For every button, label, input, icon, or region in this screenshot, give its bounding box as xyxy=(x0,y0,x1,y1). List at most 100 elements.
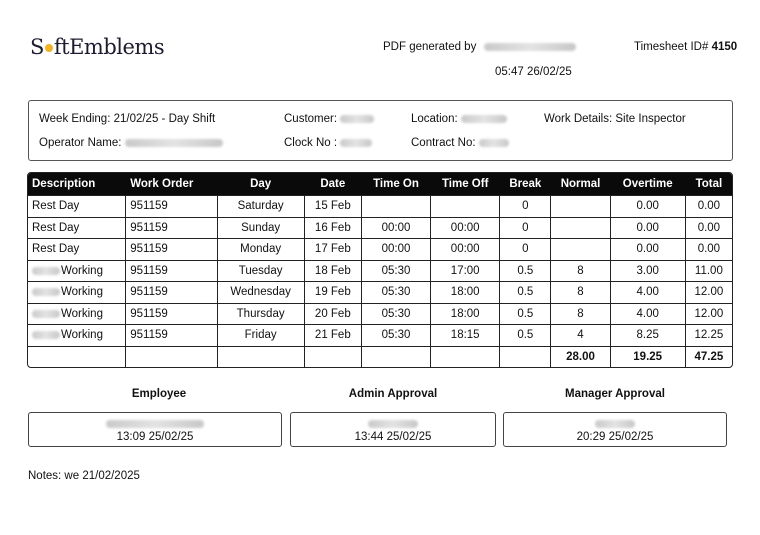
cell-time-on: 05:30 xyxy=(361,281,432,303)
cell-overtime: 0.00 xyxy=(610,238,686,260)
admin-time: 13:44 25/02/25 xyxy=(354,431,432,443)
redacted-manager-name xyxy=(595,419,635,428)
cell-time-off: 18:00 xyxy=(431,281,501,303)
work-details: Work Details: Site Inspector xyxy=(544,113,686,125)
company-logo: SftEmblems xyxy=(30,35,165,59)
table-row: Working 951159 Thursday 20 Feb 05:30 18:… xyxy=(28,302,732,324)
cell-overtime: 0.00 xyxy=(610,216,686,238)
manager-approval-box: 20:29 25/02/25 xyxy=(503,412,727,447)
total-hours: 47.25 xyxy=(685,345,732,368)
cell-date: 18 Feb xyxy=(304,259,362,281)
cell-total: 0.00 xyxy=(685,216,732,239)
cell-date: 19 Feb xyxy=(304,281,362,303)
cell-break: 0.5 xyxy=(500,281,552,303)
contract-no: Contract No: xyxy=(411,137,509,149)
totals-row: 28.00 19.25 47.25 xyxy=(28,345,732,368)
manager-approval-heading: Manager Approval xyxy=(565,388,665,400)
cell-break: 0.5 xyxy=(500,259,552,281)
cell-total: 11.00 xyxy=(685,259,732,282)
redacted-text xyxy=(32,266,60,275)
cell-work-order: 951159 xyxy=(126,238,218,260)
col-total: Total xyxy=(685,173,732,195)
clock-no: Clock No : xyxy=(284,137,373,149)
col-time-on: Time On xyxy=(361,173,432,195)
timesheet-id: Timesheet ID# 4150 xyxy=(634,41,738,53)
redacted-admin-name xyxy=(368,419,418,428)
cell-day: Thursday xyxy=(217,302,305,324)
cell-overtime: 0.00 xyxy=(610,195,686,217)
location: Location: xyxy=(411,113,507,125)
customer: Customer: xyxy=(284,113,375,125)
cell-break: 0.5 xyxy=(500,302,552,324)
employee-heading: Employee xyxy=(131,388,187,400)
cell-overtime: 8.25 xyxy=(610,324,686,346)
cell-break: 0.5 xyxy=(500,324,552,346)
cell-time-on xyxy=(361,195,432,217)
info-panel: Week Ending: 21/02/25 - Day Shift Operat… xyxy=(28,100,733,161)
table-row: Rest Day 951159 Sunday 16 Feb 00:00 00:0… xyxy=(28,216,732,239)
cell-description: Working xyxy=(28,281,127,303)
redacted-customer xyxy=(340,114,375,123)
employee-time: 13:09 25/02/25 xyxy=(116,431,194,443)
cell-normal xyxy=(551,216,611,238)
cell-time-on: 05:30 xyxy=(361,324,432,346)
cell-date: 20 Feb xyxy=(304,302,362,324)
generated-by: PDF generated by xyxy=(383,41,576,53)
cell-date: 15 Feb xyxy=(304,195,362,217)
employee-signature-box: 13:09 25/02/25 xyxy=(28,412,282,447)
cell-day: Saturday xyxy=(217,195,305,217)
cell-break: 0 xyxy=(500,195,552,217)
cell-time-on: 00:00 xyxy=(361,238,432,260)
cell-day: Monday xyxy=(217,238,305,260)
redacted-operator xyxy=(124,138,223,147)
cell-work-order: 951159 xyxy=(126,216,218,238)
redacted-contract xyxy=(478,138,509,147)
timesheet-table: Description Work Order Day Date Time On … xyxy=(27,172,733,368)
cell-description: Rest Day xyxy=(28,216,127,238)
cell-description: Working xyxy=(28,259,127,281)
cell-description: Rest Day xyxy=(28,238,127,260)
cell-break: 0 xyxy=(500,216,552,238)
col-date: Date xyxy=(304,173,362,195)
total-normal: 28.00 xyxy=(551,345,611,367)
cell-total: 0.00 xyxy=(685,195,732,217)
cell-date: 21 Feb xyxy=(304,324,362,346)
cell-date: 17 Feb xyxy=(304,238,362,260)
cell-day: Tuesday xyxy=(217,259,305,281)
operator-name: Operator Name: xyxy=(39,137,223,149)
redacted-text xyxy=(32,331,60,340)
table-row: Working 951159 Wednesday 19 Feb 05:30 18… xyxy=(28,281,732,303)
cell-normal: 4 xyxy=(551,324,611,346)
col-work-order: Work Order xyxy=(126,173,218,195)
cell-time-on: 00:00 xyxy=(361,216,432,238)
cell-overtime: 4.00 xyxy=(610,302,686,324)
table-row: Working 951159 Friday 21 Feb 05:30 18:15… xyxy=(28,324,732,346)
col-time-off: Time Off xyxy=(431,173,501,195)
cell-time-off: 17:00 xyxy=(431,259,501,281)
table-row: Working 951159 Tuesday 18 Feb 05:30 17:0… xyxy=(28,259,732,282)
table-header-row: Description Work Order Day Date Time On … xyxy=(28,173,732,195)
cell-time-off: 18:00 xyxy=(431,302,501,324)
redacted-name xyxy=(483,42,576,51)
cell-work-order: 951159 xyxy=(126,324,218,346)
table-row: Rest Day 951159 Monday 17 Feb 00:00 00:0… xyxy=(28,238,732,260)
col-overtime: Overtime xyxy=(610,173,686,195)
cell-normal xyxy=(551,195,611,217)
cell-description: Working xyxy=(28,302,127,324)
cell-work-order: 951159 xyxy=(126,302,218,324)
cell-day: Sunday xyxy=(217,216,305,238)
cell-work-order: 951159 xyxy=(126,259,218,281)
cell-normal: 8 xyxy=(551,281,611,303)
cell-break: 0 xyxy=(500,238,552,260)
cell-time-on: 05:30 xyxy=(361,302,432,324)
cell-description: Working xyxy=(28,324,127,346)
cell-overtime: 3.00 xyxy=(610,259,686,281)
total-overtime: 19.25 xyxy=(610,345,686,367)
logo-dot-icon xyxy=(44,43,53,52)
cell-time-off xyxy=(431,195,501,217)
cell-total: 12.00 xyxy=(685,281,732,303)
notes: Notes: we 21/02/2025 xyxy=(28,470,140,482)
cell-normal xyxy=(551,238,611,260)
cell-time-off: 18:15 xyxy=(431,324,501,346)
cell-overtime: 4.00 xyxy=(610,281,686,303)
